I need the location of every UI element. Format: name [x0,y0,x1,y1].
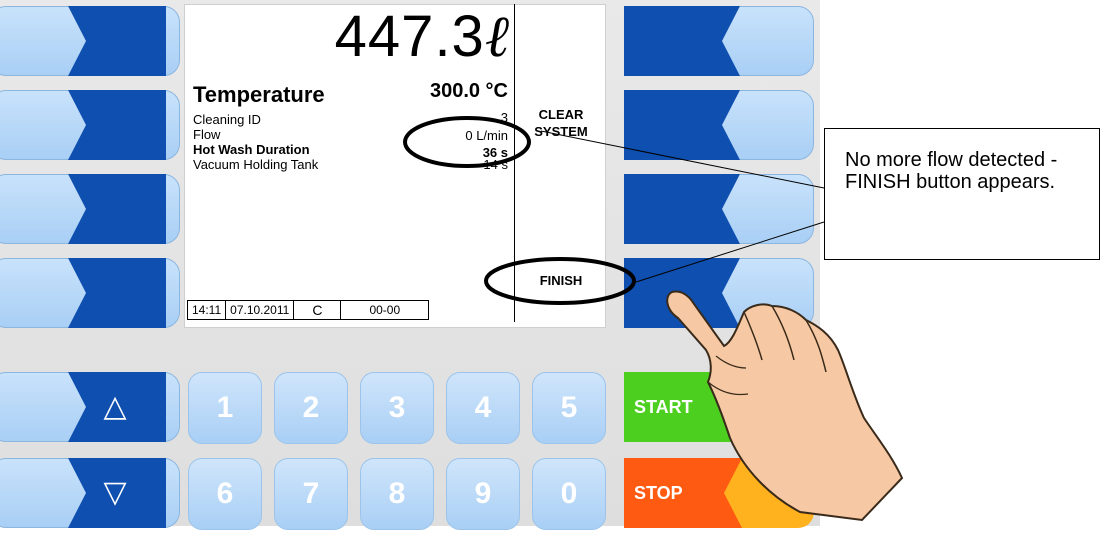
clear-system-command[interactable]: CLEAR SYSTEM [518,106,604,140]
status-mode: C [294,301,342,319]
chevron-left-icon [624,174,740,244]
start-button[interactable]: START [624,372,814,442]
down-arrow-icon: ▽ [103,476,127,509]
volume-value: 447.3 [334,4,485,69]
flow-label: Flow [193,127,221,142]
clear-system-line-2: SYSTEM [534,124,588,139]
key-7[interactable]: 7 [274,458,348,530]
up-button[interactable]: △ [0,372,180,442]
volume-readout: 447.3ℓ [335,2,510,70]
key-6[interactable]: 6 [188,458,262,530]
stop-button[interactable]: STOP [624,458,814,528]
left-softkey-4[interactable] [0,258,180,328]
chevron-left-icon [624,6,740,76]
vacuum-holding-tank-label: Vacuum Holding Tank [193,157,319,172]
cleaning-id-label: Cleaning ID [193,112,261,127]
cleaning-id-value: 3 [500,110,508,125]
temperature-label: Temperature [193,82,325,107]
left-softkey-3[interactable] [0,174,180,244]
finish-softkey[interactable] [624,258,814,328]
key-2[interactable]: 2 [274,372,348,444]
key-5[interactable]: 5 [532,372,606,444]
status-code: 00-00 [369,303,401,317]
flow-value: 0 L/min [465,128,508,143]
vacuum-holding-tank-value: 14 s [483,157,508,172]
chevron-right-icon [68,90,166,160]
start-label: START [634,397,693,417]
left-softkey-1[interactable] [0,6,180,76]
display-screen: 447.3ℓ Temperature 300.0 °C Cleaning ID … [184,2,606,328]
up-arrow-icon: △ [103,390,127,423]
chevron-right-icon [68,258,166,328]
status-time: 14:11 [188,301,227,319]
key-8[interactable]: 8 [360,458,434,530]
volume-unit: ℓ [484,2,510,70]
chevron-left-icon [624,258,740,328]
key-9[interactable]: 9 [446,458,520,530]
key-3[interactable]: 3 [360,372,434,444]
right-softkey-3[interactable] [624,174,814,244]
key-0[interactable]: 0 [532,458,606,530]
chevron-right-icon [68,174,166,244]
stop-label: STOP [634,483,683,503]
finish-command[interactable]: FINISH [518,272,604,289]
right-softkey-2[interactable] [624,90,814,160]
right-softkey-1[interactable] [624,6,814,76]
left-softkey-2[interactable] [0,90,180,160]
chevron-left-icon [624,90,740,160]
chevron-right-icon [68,6,166,76]
key-4[interactable]: 4 [446,372,520,444]
screen-divider [514,4,515,322]
status-date: 07.10.2011 [226,301,295,319]
temperature-value: 300.0 °C [429,80,508,102]
down-button[interactable]: ▽ [0,458,180,528]
hot-wash-duration-label: Hot Wash Duration [193,142,310,157]
callout-box: No more flow detected - FINISH button ap… [824,128,1100,260]
key-1[interactable]: 1 [188,372,262,444]
status-bar: 14:11 07.10.2011 C 00-00 [187,300,430,320]
clear-system-line-1: CLEAR [538,107,584,122]
